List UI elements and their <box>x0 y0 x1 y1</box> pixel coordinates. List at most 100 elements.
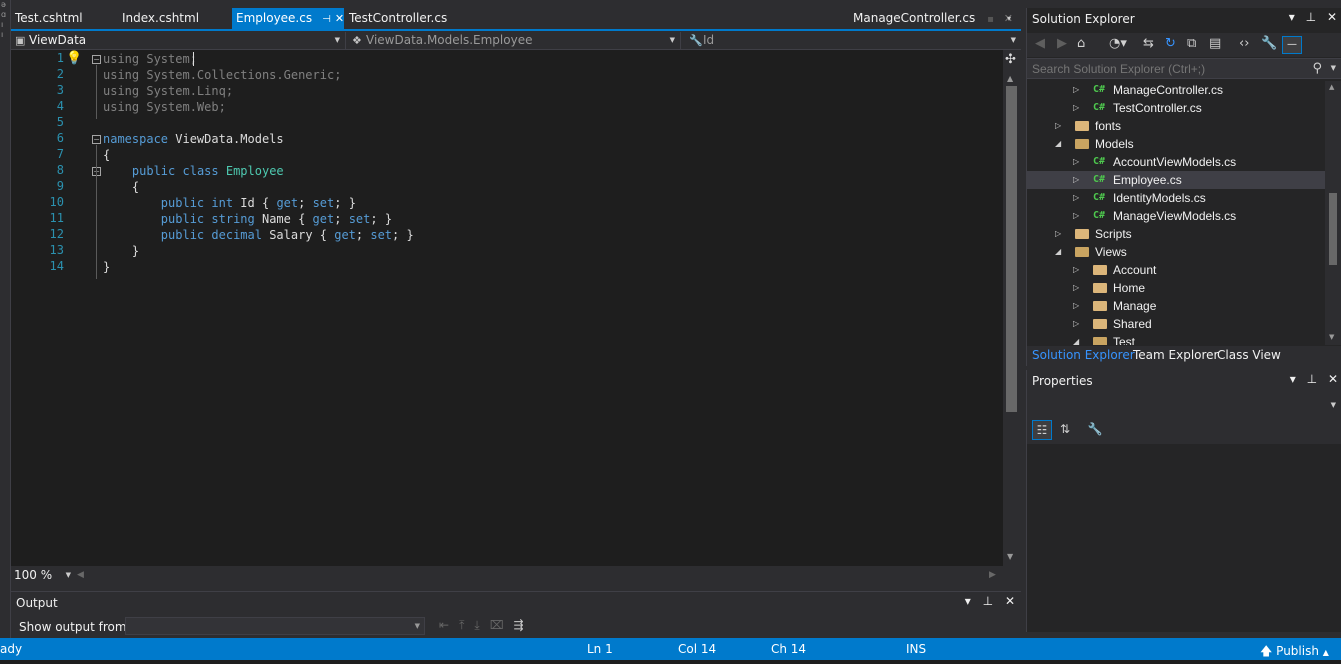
collapsed-arrow-icon[interactable]: ▷ <box>1055 117 1061 135</box>
scroll-up-icon[interactable]: ▲ <box>1329 83 1334 91</box>
collapsed-arrow-icon[interactable]: ▷ <box>1073 297 1079 315</box>
back-icon[interactable]: ◀ <box>1035 36 1045 51</box>
collapsed-arrow-icon[interactable]: ▷ <box>1073 315 1079 333</box>
close-icon[interactable]: ✕ <box>1328 372 1338 386</box>
collapsed-arrow-icon[interactable]: ▷ <box>1073 171 1079 189</box>
tab-overflow-dropdown-icon[interactable]: ▾ <box>1003 8 1015 29</box>
left-toolbox-strip[interactable]: ə ɑ ı ı <box>0 0 11 640</box>
collapse-region-icon[interactable]: − <box>92 55 101 64</box>
tree-item[interactable]: ▷ Manage <box>1027 297 1325 315</box>
chevron-down-icon[interactable]: ▼ <box>1331 64 1336 72</box>
zoom-dropdown[interactable]: 100 % ▼ <box>11 566 71 585</box>
collapsed-arrow-icon[interactable]: ▷ <box>1073 189 1079 207</box>
collapsed-arrow-icon[interactable]: ▷ <box>1073 153 1079 171</box>
properties-object-dropdown[interactable]: ▼ <box>1027 396 1341 416</box>
code-editor[interactable]: 1 2 3 4 5 6 7 8 9 10 11 12 13 14 💡 using System; using… <box>11 50 1003 566</box>
code-line[interactable]: public decimal Salary { get; set; } <box>103 227 414 243</box>
pin-icon[interactable]: ⊥ <box>983 594 993 608</box>
chevron-down-icon[interactable]: ▾ <box>965 594 971 608</box>
code-line[interactable]: { <box>103 179 139 195</box>
tree-item[interactable]: ▷ Home <box>1027 279 1325 297</box>
categorized-icon[interactable]: ☷ <box>1032 420 1052 440</box>
tree-item[interactable]: ▷ C# TestController.cs <box>1027 99 1325 117</box>
go-next-icon[interactable]: ⤓ <box>474 618 489 632</box>
tree-item[interactable]: ▷ Scripts <box>1027 225 1325 243</box>
chevron-down-icon[interactable]: ▾ <box>1290 372 1296 386</box>
go-previous-icon[interactable]: ⤒ <box>459 618 474 632</box>
code-line[interactable]: namespace ViewData.Models <box>103 131 284 147</box>
word-wrap-icon[interactable]: ⇶ <box>514 618 534 632</box>
collapsed-arrow-icon[interactable]: ▷ <box>1073 99 1079 117</box>
properties-wrench-icon[interactable]: 🔧 <box>1261 36 1277 51</box>
scroll-thumb[interactable] <box>1329 193 1337 265</box>
clear-all-icon[interactable]: ⌧ <box>490 618 514 632</box>
code-line[interactable]: } <box>103 243 139 259</box>
tree-item[interactable]: ◢ Views <box>1027 243 1325 261</box>
search-icon[interactable]: ⚲ <box>1312 61 1322 76</box>
collapsed-arrow-icon[interactable]: ▷ <box>1073 81 1079 99</box>
refresh-icon[interactable]: ↻ <box>1165 36 1176 51</box>
code-line[interactable]: public class Employee <box>103 163 284 179</box>
code-line[interactable]: public string Name { get; set; } <box>103 211 392 227</box>
tree-item[interactable]: ◢ Test <box>1027 333 1325 345</box>
forward-icon[interactable]: ▶ <box>1057 36 1067 51</box>
tab-employee-cs[interactable]: Employee.cs ⊣ ✕ <box>232 8 344 29</box>
collapsed-arrow-icon[interactable]: ▷ <box>1073 207 1079 225</box>
show-all-files-icon[interactable]: ▤ <box>1209 36 1221 51</box>
tab-index-cshtml[interactable]: Index.cshtml <box>118 8 203 29</box>
tree-item[interactable]: ▷ C# Employee.cs <box>1027 171 1325 189</box>
tab-team-explorer[interactable]: Team Explorer <box>1133 348 1219 362</box>
tree-item[interactable]: ▷ C# ManageViewModels.cs <box>1027 207 1325 225</box>
code-line[interactable]: } <box>103 259 110 275</box>
expanded-arrow-icon[interactable]: ◢ <box>1073 333 1079 345</box>
expanded-arrow-icon[interactable]: ◢ <box>1055 135 1061 153</box>
scroll-thumb[interactable] <box>1006 86 1017 412</box>
tab-class-view[interactable]: Class View <box>1217 348 1281 362</box>
scroll-down-icon[interactable]: ▼ <box>1329 333 1334 341</box>
tree-item[interactable]: ▷ C# IdentityModels.cs <box>1027 189 1325 207</box>
code-line[interactable]: using System.Web; <box>103 99 226 115</box>
chevron-down-icon[interactable]: ▾ <box>1289 10 1295 24</box>
sync-with-active-document-icon[interactable]: ⇆ <box>1143 36 1154 51</box>
collapsed-arrow-icon[interactable]: ▷ <box>1073 279 1079 297</box>
close-icon[interactable]: ✕ <box>1327 10 1337 24</box>
close-icon[interactable]: ✕ <box>335 12 344 25</box>
tree-item[interactable]: ▷ Shared <box>1027 315 1325 333</box>
type-dropdown[interactable]: ❖ ViewData.Models.Employee ▼ <box>348 32 681 49</box>
collapsed-arrow-icon[interactable]: ▷ <box>1073 261 1079 279</box>
collapse-all-icon[interactable]: ⧉ <box>1187 36 1196 51</box>
tree-item[interactable]: ▷ fonts <box>1027 117 1325 135</box>
tree-item[interactable]: ◢ Models <box>1027 135 1325 153</box>
pin-icon[interactable]: ⊣ <box>322 14 331 25</box>
expanded-arrow-icon[interactable]: ◢ <box>1055 243 1061 261</box>
code-line[interactable]: public int Id { get; set; } <box>103 195 356 211</box>
scroll-up-icon[interactable]: ▲ <box>1007 74 1013 83</box>
tree-item[interactable]: ▷ C# AccountViewModels.cs <box>1027 153 1325 171</box>
tab-solution-explorer[interactable]: Solution Explorer <box>1032 348 1135 362</box>
solution-tree-scrollbar[interactable]: ▲ ▼ <box>1325 81 1341 345</box>
code-line[interactable]: using System.Collections.Generic; <box>103 67 341 83</box>
tab-test-cshtml[interactable]: Test.cshtml <box>11 8 87 29</box>
code-line[interactable]: using System; <box>103 51 197 67</box>
pin-icon[interactable]: ▪ <box>987 14 994 25</box>
project-dropdown[interactable]: ▣ ViewData ▼ <box>11 32 346 49</box>
member-dropdown[interactable]: 🔧Id ▼ <box>685 32 1021 49</box>
pin-icon[interactable]: ⊥ <box>1306 10 1316 24</box>
scroll-left-icon[interactable]: ◀ <box>77 566 84 585</box>
code-line[interactable]: { <box>103 147 110 163</box>
preview-selected-items-icon[interactable]: — <box>1282 36 1302 54</box>
show-output-from-dropdown[interactable]: ▼ <box>125 617 425 635</box>
collapse-region-icon[interactable]: − <box>92 135 101 144</box>
alphabetical-sort-icon[interactable]: ⇅ <box>1055 420 1075 440</box>
tree-item[interactable]: ▷ C# ManageController.cs <box>1027 81 1325 99</box>
split-window-icon[interactable]: ✣ <box>1005 52 1016 67</box>
tab-testcontroller-cs[interactable]: TestController.cs <box>345 8 451 29</box>
tree-item[interactable]: ▷ Account <box>1027 261 1325 279</box>
property-pages-wrench-icon[interactable]: 🔧 <box>1085 420 1105 440</box>
view-code-icon[interactable]: ‹› <box>1239 36 1249 51</box>
tab-managecontroller-cs[interactable]: ManageController.cs ▪ ✕ <box>849 8 1017 29</box>
pin-icon[interactable]: ⊥ <box>1307 372 1317 386</box>
scroll-right-icon[interactable]: ▶ <box>989 566 996 585</box>
code-line[interactable]: using System.Linq; <box>103 83 233 99</box>
find-message-icon[interactable]: ⇤ <box>439 618 459 632</box>
